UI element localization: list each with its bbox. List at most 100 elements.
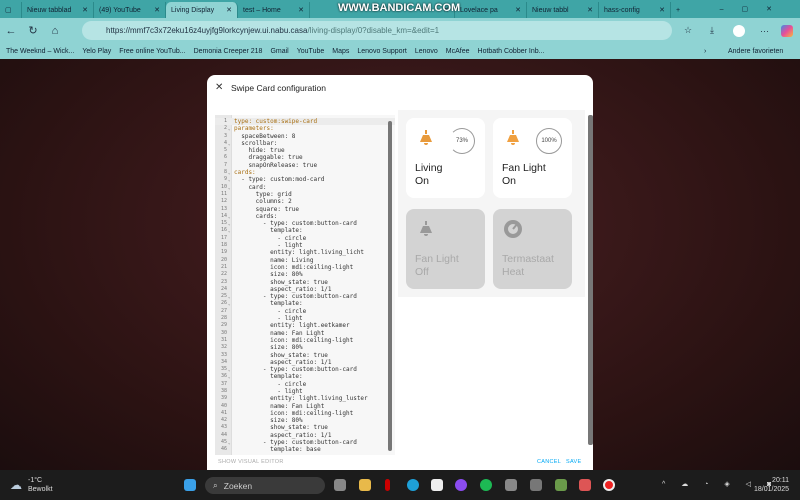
- fan-light-off-card[interactable]: Fan Light Off: [406, 209, 485, 289]
- task-view-icon[interactable]: [334, 479, 346, 491]
- app-icon[interactable]: [579, 479, 591, 491]
- fold-toggle-icon[interactable]: ⌄: [228, 140, 230, 147]
- close-tab-icon[interactable]: ✕: [82, 6, 88, 14]
- bookmark[interactable]: Lenovo Support: [357, 48, 406, 55]
- fold-toggle-icon[interactable]: ⌄: [228, 293, 230, 300]
- other-favorites[interactable]: Andere favorieten: [728, 48, 783, 55]
- weather-widget[interactable]: -1°C Bewolkt: [28, 476, 53, 494]
- messenger-icon[interactable]: [455, 479, 467, 491]
- profile-avatar[interactable]: [733, 24, 745, 37]
- code-line[interactable]: 9 ⌄ - type: custom:mod-card: [215, 176, 395, 183]
- fold-toggle-icon[interactable]: ⌄: [228, 184, 230, 191]
- code-line[interactable]: 33 show_state: true: [215, 352, 395, 359]
- bookmark[interactable]: McAfee: [446, 48, 470, 55]
- favorites-icon[interactable]: ☆: [684, 25, 692, 36]
- browser-tab-active[interactable]: Living Display ✕: [166, 2, 238, 18]
- browser-tab[interactable]: hass-config ✕: [599, 2, 671, 18]
- close-tab-icon[interactable]: ✕: [298, 6, 304, 14]
- bookmark[interactable]: The Weeknd – Wick...: [6, 48, 74, 55]
- code-line[interactable]: 14 ⌄ cards:: [215, 213, 395, 220]
- code-line[interactable]: 1 type: custom:swipe-card: [215, 118, 395, 126]
- clock[interactable]: 20:11 18/01/2025: [754, 476, 789, 494]
- settings-icon[interactable]: [505, 479, 517, 491]
- close-tab-icon[interactable]: ✕: [587, 6, 593, 14]
- yaml-code-editor[interactable]: 1 type: custom:swipe-card 2 ⌄ parameters: 3 s…: [215, 115, 395, 455]
- fold-toggle-icon[interactable]: ⌄: [228, 366, 230, 373]
- bookmark[interactable]: Free online YouTub...: [119, 48, 185, 55]
- refresh-icon[interactable]: ↻: [22, 24, 44, 37]
- edge-icon[interactable]: [407, 479, 419, 491]
- code-line[interactable]: 19 entity: light.living_licht: [215, 249, 395, 256]
- close-tab-icon[interactable]: ✕: [659, 6, 665, 14]
- code-line[interactable]: 24 aspect_ratio: 1/1: [215, 286, 395, 293]
- code-line[interactable]: 21 icon: mdi:ceiling-light: [215, 264, 395, 271]
- code-line[interactable]: 3 spaceBetween: 8: [215, 133, 395, 140]
- code-line[interactable]: 44 aspect_ratio: 1/1: [215, 432, 395, 439]
- code-line[interactable]: 23 show_state: true: [215, 279, 395, 286]
- code-line[interactable]: 5 hide: true: [215, 147, 395, 154]
- code-line[interactable]: 13 square: true: [215, 206, 395, 213]
- show-visual-editor-button[interactable]: SHOW VISUAL EDITOR: [218, 459, 284, 465]
- editor-scrollbar[interactable]: [388, 121, 392, 451]
- code-line[interactable]: 35 ⌄ - type: custom:button-card: [215, 366, 395, 373]
- save-button[interactable]: SAVE: [566, 459, 581, 465]
- cancel-button[interactable]: CANCEL: [537, 459, 561, 465]
- code-line[interactable]: 30 name: Fan Light: [215, 330, 395, 337]
- close-tab-icon[interactable]: ✕: [226, 6, 232, 14]
- dialog-scrollbar[interactable]: [588, 115, 593, 445]
- bookmark[interactable]: Gmail: [270, 48, 288, 55]
- code-line[interactable]: 25 ⌄ - type: custom:button-card: [215, 293, 395, 300]
- code-line[interactable]: 20 name: Living: [215, 257, 395, 264]
- netflix-icon[interactable]: [385, 479, 390, 491]
- code-line[interactable]: 45 ⌄ - type: custom:button-card: [215, 439, 395, 446]
- code-line[interactable]: 27 - circle: [215, 308, 395, 315]
- copilot-icon[interactable]: [781, 24, 793, 37]
- code-line[interactable]: 36 ⌄ template:: [215, 373, 395, 380]
- code-line[interactable]: 11 type: grid: [215, 191, 395, 198]
- bookmark[interactable]: Maps: [332, 48, 349, 55]
- code-line[interactable]: 4 ⌄ scrollbar:: [215, 140, 395, 147]
- fold-toggle-icon[interactable]: ⌄: [228, 373, 230, 380]
- home-icon[interactable]: ⌂: [44, 25, 66, 37]
- code-line[interactable]: 10 ⌄ card:: [215, 184, 395, 191]
- spotify-icon[interactable]: [480, 479, 492, 491]
- more-icon[interactable]: ···: [760, 26, 769, 36]
- bookmarks-overflow-icon[interactable]: ›: [704, 48, 706, 55]
- thermostat-card[interactable]: Termastaat Heat: [493, 209, 572, 289]
- code-line[interactable]: 12 columns: 2: [215, 198, 395, 205]
- calculator-icon[interactable]: [530, 479, 542, 491]
- code-line[interactable]: 18 - light: [215, 242, 395, 249]
- close-tab-icon[interactable]: ✕: [515, 6, 521, 14]
- code-line[interactable]: 29 entity: light.eetkamer: [215, 322, 395, 329]
- close-icon[interactable]: ✕: [215, 82, 223, 93]
- downloads-icon[interactable]: ⤓: [710, 25, 714, 36]
- fold-toggle-icon[interactable]: ⌄: [228, 169, 230, 176]
- code-line[interactable]: 39 entity: light.living_luster: [215, 395, 395, 402]
- living-light-card[interactable]: 73% Living On: [406, 118, 485, 198]
- bookmark[interactable]: Lenovo: [415, 48, 438, 55]
- code-line[interactable]: 6 draggable: true: [215, 154, 395, 161]
- code-line[interactable]: 17 - circle: [215, 235, 395, 242]
- fold-toggle-icon[interactable]: ⌄: [228, 439, 230, 446]
- browser-tab[interactable]: (49) YouTube ✕: [94, 2, 166, 18]
- browser-tab[interactable]: Nieuw tabblad ✕: [22, 2, 94, 18]
- file-explorer-icon[interactable]: [359, 479, 371, 491]
- fold-toggle-icon[interactable]: ⌄: [228, 176, 230, 183]
- code-line[interactable]: 37 - circle: [215, 381, 395, 388]
- close-tab-icon[interactable]: ✕: [154, 6, 160, 14]
- code-line[interactable]: 41 icon: mdi:ceiling-light: [215, 410, 395, 417]
- window-controls[interactable]: –▢✕: [720, 5, 800, 13]
- code-line[interactable]: 38 - light: [215, 388, 395, 395]
- bookmark[interactable]: Demonia Creeper 218: [194, 48, 263, 55]
- fan-light-card[interactable]: 100% Fan Light On: [493, 118, 572, 198]
- new-tab-button[interactable]: +: [671, 2, 691, 18]
- taskbar-search[interactable]: ⌕ Zoeken: [205, 477, 325, 494]
- browser-tab[interactable]: Nieuw tabbl ✕: [527, 2, 599, 18]
- bandicam-record-icon[interactable]: [603, 479, 615, 491]
- code-line[interactable]: 42 size: 80%: [215, 417, 395, 424]
- code-line[interactable]: 8 ⌄ cards:: [215, 169, 395, 176]
- code-line[interactable]: 28 - light: [215, 315, 395, 322]
- code-line[interactable]: 16 ⌄ template:: [215, 227, 395, 234]
- fold-toggle-icon[interactable]: ⌄: [228, 220, 230, 227]
- bookmark[interactable]: YouTube: [297, 48, 325, 55]
